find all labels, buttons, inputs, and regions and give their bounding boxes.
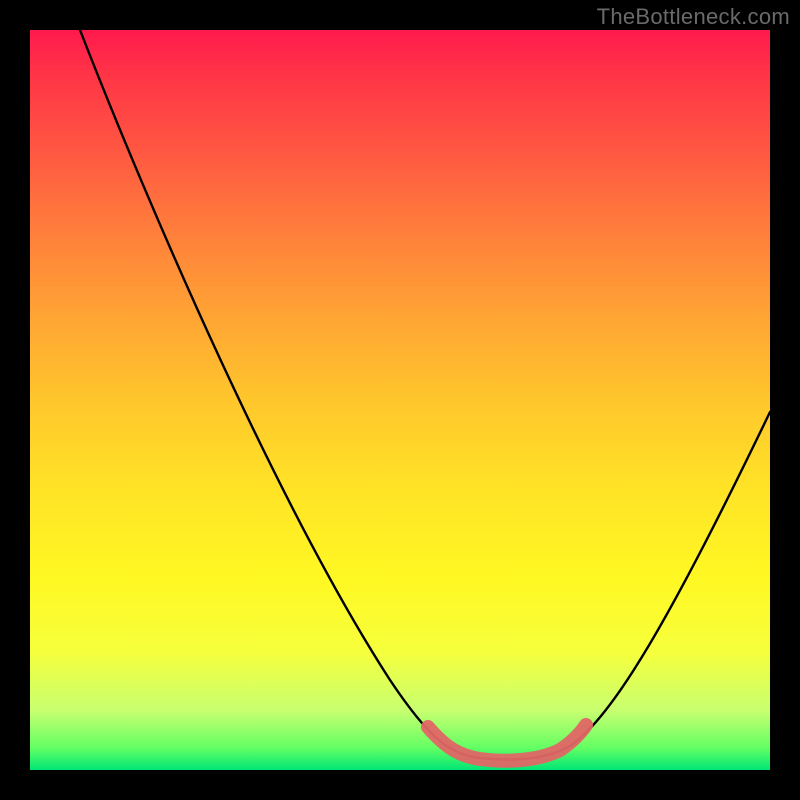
plot-area (30, 30, 770, 770)
chart-svg (30, 30, 770, 770)
chart-frame: TheBottleneck.com (0, 0, 800, 800)
optimal-range-highlight (428, 725, 586, 761)
watermark-text: TheBottleneck.com (597, 4, 790, 30)
bottleneck-curve (80, 30, 770, 760)
